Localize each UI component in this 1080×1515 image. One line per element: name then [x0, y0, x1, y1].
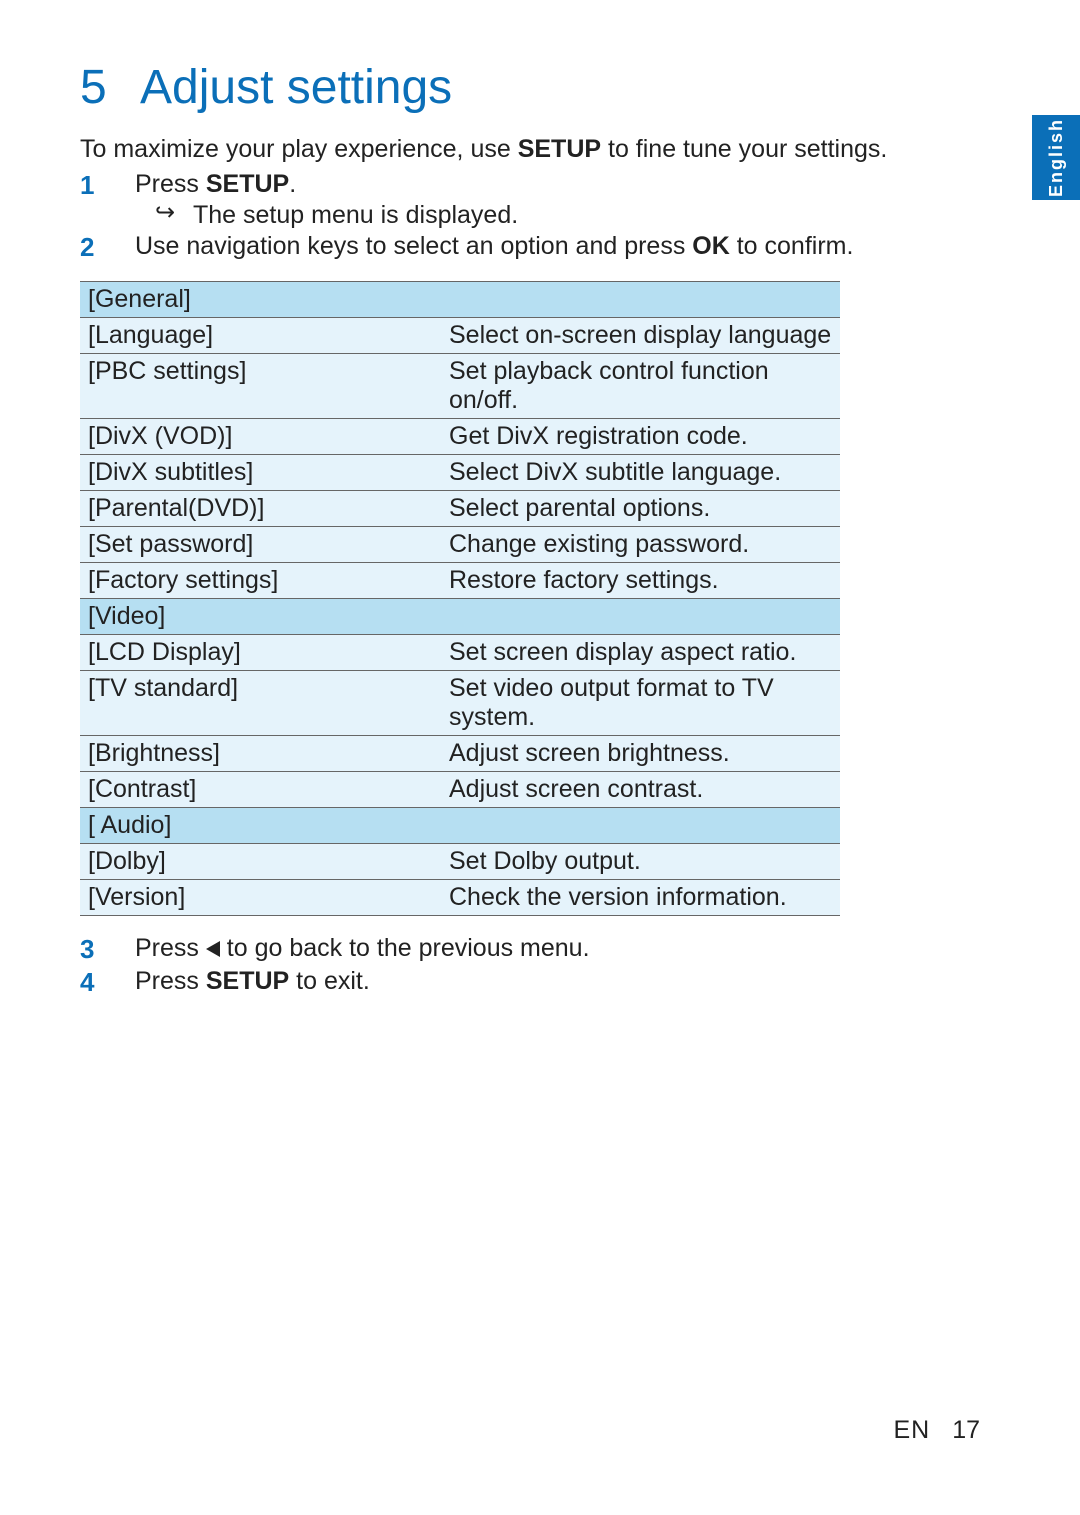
- table-row: [Contrast] Adjust screen contrast.: [80, 772, 840, 808]
- setting-desc: Adjust screen brightness.: [449, 739, 730, 767]
- setting-label: [Factory settings]: [88, 566, 278, 594]
- step-body: Use navigation keys to select an option …: [135, 232, 980, 261]
- table-row: [Version] Check the version information.: [80, 880, 840, 916]
- steps-list-bottom: 3 Press to go back to the previous menu.…: [80, 934, 980, 998]
- step-text: to go back to the previous menu.: [220, 934, 590, 962]
- step-sub: ↪ The setup menu is displayed.: [135, 201, 980, 230]
- step-number: 2: [80, 232, 135, 263]
- setting-label: [DivX subtitles]: [88, 458, 253, 486]
- footer-language: EN: [893, 1416, 930, 1444]
- setting-desc: Adjust screen contrast.: [449, 775, 703, 803]
- setting-desc: Select parental options.: [449, 494, 710, 522]
- setting-label: [PBC settings]: [88, 357, 246, 385]
- setting-desc: Select on-screen display language: [449, 321, 831, 349]
- step-text: Press: [135, 170, 206, 198]
- setting-label: [Contrast]: [88, 775, 196, 803]
- step-text: to exit.: [289, 967, 370, 995]
- step-bold: SETUP: [206, 170, 289, 198]
- step-text: Press: [135, 934, 206, 962]
- table-row: [LCD Display] Set screen display aspect r…: [80, 635, 840, 671]
- category-label: [ Audio]: [88, 811, 171, 839]
- step-text: .: [289, 170, 296, 198]
- setting-label: [Set password]: [88, 530, 253, 558]
- setting-desc: Get DivX registration code.: [449, 422, 748, 450]
- setting-desc: Set screen display aspect ratio.: [449, 638, 796, 666]
- setting-label: [DivX (VOD)]: [88, 422, 232, 450]
- setting-label: [Version]: [88, 883, 185, 911]
- left-arrow-icon: [206, 941, 220, 957]
- setting-desc: Restore factory settings.: [449, 566, 719, 594]
- step-bold: SETUP: [206, 967, 289, 995]
- steps-list-top: 1 Press SETUP. ↪ The setup menu is displ…: [80, 170, 980, 263]
- step-number: 4: [80, 967, 135, 998]
- table-row: [DivX subtitles] Select DivX subtitle lan…: [80, 455, 840, 491]
- setting-label: [LCD Display]: [88, 638, 241, 666]
- setting-desc: Set video output format to TV system.: [449, 674, 774, 731]
- category-label: [General]: [88, 285, 191, 313]
- step-body: Press SETUP. ↪ The setup menu is display…: [135, 170, 980, 230]
- step-3: 3 Press to go back to the previous menu.: [80, 934, 980, 965]
- section-title: Adjust settings: [140, 61, 452, 114]
- setting-label: [Brightness]: [88, 739, 220, 767]
- page-footer: EN 17: [893, 1416, 980, 1445]
- intro-bold: SETUP: [518, 135, 601, 163]
- step-text: Press: [135, 967, 206, 995]
- step-text: to confirm.: [730, 232, 854, 260]
- setting-desc: Check the version information.: [449, 883, 787, 911]
- language-tab: English: [1032, 115, 1080, 200]
- table-row: [Dolby] Set Dolby output.: [80, 844, 840, 880]
- step-bold: OK: [692, 232, 730, 260]
- setting-label: [TV standard]: [88, 674, 238, 702]
- table-row: [Language] Select on-screen display langu…: [80, 318, 840, 354]
- category-label: [Video]: [88, 602, 165, 630]
- setting-desc: Change existing password.: [449, 530, 749, 558]
- table-row-category: [General]: [80, 282, 840, 318]
- table-row: [Brightness] Adjust screen brightness.: [80, 736, 840, 772]
- setting-desc: Set Dolby output.: [449, 847, 641, 875]
- step-number: 1: [80, 170, 135, 201]
- footer-page-number: 17: [952, 1416, 980, 1444]
- intro-pre: To maximize your play experience, use: [80, 135, 518, 163]
- table-row: [Set password] Change existing password.: [80, 527, 840, 563]
- settings-table: [General] [Language] Select on-screen dis…: [80, 281, 840, 916]
- step-2: 2 Use navigation keys to select an optio…: [80, 232, 980, 263]
- setting-desc: Select DivX subtitle language.: [449, 458, 781, 486]
- table-row-category: [Video]: [80, 599, 840, 635]
- step-body: Press to go back to the previous menu.: [135, 934, 980, 963]
- language-tab-label: English: [1046, 118, 1067, 197]
- table-row: [Factory settings] Restore factory settin…: [80, 563, 840, 599]
- step-1: 1 Press SETUP. ↪ The setup menu is displ…: [80, 170, 980, 230]
- step-sub-text: The setup menu is displayed.: [193, 201, 518, 230]
- table-row: [Parental(DVD)] Select parental options.: [80, 491, 840, 527]
- step-text: Use navigation keys to select an option …: [135, 232, 692, 260]
- table-row: [DivX (VOD)] Get DivX registration code.: [80, 419, 840, 455]
- step-number: 3: [80, 934, 135, 965]
- result-arrow-icon: ↪: [155, 201, 193, 225]
- manual-page: English 5Adjust settings To maximize you…: [0, 0, 1080, 1515]
- setting-label: [Language]: [88, 321, 213, 349]
- section-number: 5: [80, 60, 140, 115]
- intro-post: to fine tune your settings.: [601, 135, 887, 163]
- step-body: Press SETUP to exit.: [135, 967, 980, 996]
- setting-label: [Parental(DVD)]: [88, 494, 264, 522]
- setting-label: [Dolby]: [88, 847, 166, 875]
- table-row-category: [ Audio]: [80, 808, 840, 844]
- step-4: 4 Press SETUP to exit.: [80, 967, 980, 998]
- table-row: [PBC settings] Set playback control funct…: [80, 354, 840, 419]
- section-heading: 5Adjust settings: [80, 60, 980, 115]
- intro-text: To maximize your play experience, use SE…: [80, 135, 980, 164]
- table-row: [TV standard] Set video output format to …: [80, 671, 840, 736]
- setting-desc: Set playback control function on/off.: [449, 357, 769, 414]
